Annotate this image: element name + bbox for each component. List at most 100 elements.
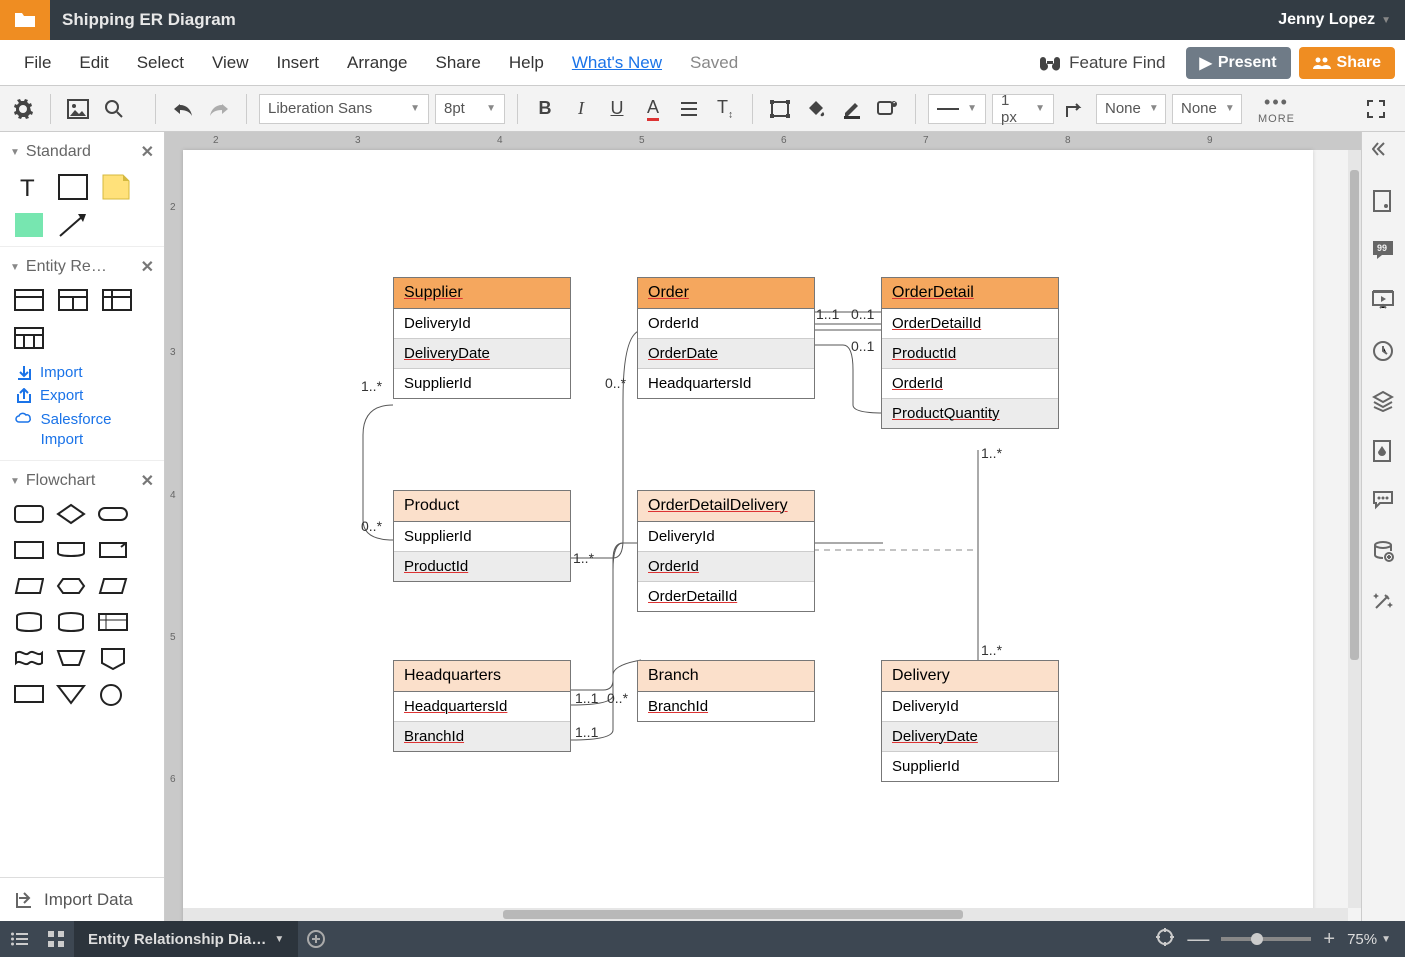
layers-icon[interactable] bbox=[1372, 390, 1396, 414]
entity-supplier[interactable]: Supplier DeliveryId DeliveryDate Supplie… bbox=[393, 277, 571, 399]
salesforce-import-link[interactable]: Salesforce Import bbox=[0, 407, 164, 452]
page-settings-icon[interactable] bbox=[1372, 190, 1396, 214]
close-icon[interactable]: ✕ bbox=[141, 257, 154, 277]
zoom-out-icon[interactable]: — bbox=[1187, 926, 1209, 952]
data-icon[interactable] bbox=[1372, 540, 1396, 564]
menu-file[interactable]: File bbox=[10, 53, 65, 73]
fc-rect[interactable] bbox=[14, 503, 44, 527]
fc-merge[interactable] bbox=[56, 683, 86, 707]
shape-entity3[interactable] bbox=[102, 289, 132, 313]
chat-icon[interactable] bbox=[1372, 490, 1396, 514]
fill-icon[interactable] bbox=[801, 94, 831, 124]
fc-hex[interactable] bbox=[56, 575, 86, 599]
fc-cylinder2[interactable] bbox=[56, 611, 86, 635]
fc-display[interactable] bbox=[56, 539, 86, 563]
line-style-dropdown[interactable]: ▼ bbox=[928, 94, 986, 124]
comments-icon[interactable]: 99 bbox=[1372, 240, 1396, 264]
section-standard[interactable]: ▼Standard✕ bbox=[0, 132, 164, 170]
shape-options-icon[interactable] bbox=[873, 94, 903, 124]
presentation-icon[interactable] bbox=[1372, 290, 1396, 314]
shape-text[interactable]: T bbox=[14, 174, 44, 198]
line-color-icon[interactable] bbox=[837, 94, 867, 124]
present-button[interactable]: ▶Present bbox=[1186, 47, 1291, 79]
menu-select[interactable]: Select bbox=[123, 53, 198, 73]
image-icon[interactable] bbox=[63, 94, 93, 124]
redo-icon[interactable] bbox=[204, 94, 234, 124]
target-icon[interactable] bbox=[1155, 927, 1175, 951]
close-icon[interactable]: ✕ bbox=[141, 471, 154, 491]
menu-edit[interactable]: Edit bbox=[65, 53, 122, 73]
fc-internal[interactable] bbox=[98, 611, 128, 635]
zoom-slider[interactable] bbox=[1221, 937, 1311, 941]
menu-arrange[interactable]: Arrange bbox=[333, 53, 421, 73]
shape-note[interactable] bbox=[102, 174, 132, 198]
undo-icon[interactable] bbox=[168, 94, 198, 124]
page-tab[interactable]: Entity Relationship Dia…▼ bbox=[74, 921, 298, 957]
shape-rectangle[interactable] bbox=[58, 174, 88, 198]
add-page-icon[interactable] bbox=[298, 921, 334, 957]
entity-product[interactable]: Product SupplierId ProductId bbox=[393, 490, 571, 582]
document-title[interactable]: Shipping ER Diagram bbox=[62, 10, 236, 30]
fc-tape[interactable] bbox=[14, 647, 44, 671]
shape-entity1[interactable] bbox=[14, 289, 44, 313]
shape-arrow[interactable] bbox=[58, 212, 88, 236]
grid-view-icon[interactable] bbox=[38, 921, 74, 957]
text-color-icon[interactable]: A bbox=[638, 94, 668, 124]
magic-icon[interactable] bbox=[1372, 590, 1396, 614]
settings-icon[interactable] bbox=[8, 94, 38, 124]
fc-circle[interactable] bbox=[98, 683, 128, 707]
list-view-icon[interactable] bbox=[2, 921, 38, 957]
fc-cylinder[interactable] bbox=[14, 611, 44, 635]
import-link[interactable]: Import bbox=[0, 361, 164, 384]
entity-orderdetaildelivery[interactable]: OrderDetailDelivery DeliveryId OrderId O… bbox=[637, 490, 815, 612]
more-button[interactable]: ••• MORE bbox=[1258, 92, 1295, 125]
fc-terminator[interactable] bbox=[98, 503, 128, 527]
fullscreen-icon[interactable] bbox=[1361, 94, 1391, 124]
menu-whatsnew[interactable]: What's New bbox=[558, 53, 676, 73]
collapse-icon[interactable] bbox=[1372, 140, 1396, 164]
fc-parallel[interactable] bbox=[98, 575, 128, 599]
close-icon[interactable]: ✕ bbox=[141, 142, 154, 162]
menu-insert[interactable]: Insert bbox=[263, 53, 334, 73]
section-flowchart[interactable]: ▼Flowchart✕ bbox=[0, 460, 164, 499]
entity-branch[interactable]: Branch BranchId bbox=[637, 660, 815, 722]
text-format-icon[interactable]: T↕ bbox=[710, 94, 740, 124]
font-size-dropdown[interactable]: 8pt▼ bbox=[435, 94, 505, 124]
entity-delivery[interactable]: Delivery DeliveryId DeliveryDate Supplie… bbox=[881, 660, 1059, 782]
arrow-start-dropdown[interactable]: None▼ bbox=[1096, 94, 1166, 124]
menu-help[interactable]: Help bbox=[495, 53, 558, 73]
search-icon[interactable] bbox=[99, 94, 129, 124]
italic-icon[interactable]: I bbox=[566, 94, 596, 124]
share-button[interactable]: Share bbox=[1299, 47, 1395, 79]
fc-rect2[interactable] bbox=[14, 683, 44, 707]
scrollbar-horizontal[interactable] bbox=[183, 908, 1348, 921]
folder-icon[interactable] bbox=[0, 0, 50, 40]
history-icon[interactable] bbox=[1372, 340, 1396, 364]
feature-find[interactable]: Feature Find bbox=[1039, 53, 1165, 73]
canvas[interactable]: 2 3 4 5 6 2 3 4 5 6 7 8 9 bbox=[165, 132, 1361, 921]
entity-orderdetail[interactable]: OrderDetail OrderDetailId ProductId Orde… bbox=[881, 277, 1059, 429]
zoom-level[interactable]: 75%▼ bbox=[1347, 931, 1391, 948]
import-data-button[interactable]: Import Data bbox=[0, 877, 164, 921]
menu-share[interactable]: Share bbox=[422, 53, 495, 73]
fc-trap[interactable] bbox=[56, 647, 86, 671]
fc-card[interactable] bbox=[98, 539, 128, 563]
shape-frame-icon[interactable] bbox=[765, 94, 795, 124]
section-entity[interactable]: ▼Entity Re…✕ bbox=[0, 246, 164, 285]
user-menu[interactable]: Jenny Lopez▼ bbox=[1278, 11, 1391, 29]
export-link[interactable]: Export bbox=[0, 384, 164, 407]
entity-order[interactable]: Order OrderId OrderDate HeadquartersId bbox=[637, 277, 815, 399]
line-width-dropdown[interactable]: 1 px▼ bbox=[992, 94, 1054, 124]
shape-entity4[interactable] bbox=[14, 327, 44, 351]
bold-icon[interactable]: B bbox=[530, 94, 560, 124]
fc-offpage[interactable] bbox=[98, 647, 128, 671]
page[interactable]: Supplier DeliveryId DeliveryDate Supplie… bbox=[183, 150, 1313, 921]
align-icon[interactable] bbox=[674, 94, 704, 124]
theme-icon[interactable] bbox=[1372, 440, 1396, 464]
shape-fill-rect[interactable] bbox=[14, 212, 44, 236]
fc-manual[interactable] bbox=[14, 575, 44, 599]
shape-entity2[interactable] bbox=[58, 289, 88, 313]
fc-diamond[interactable] bbox=[56, 503, 86, 527]
font-family-dropdown[interactable]: Liberation Sans▼ bbox=[259, 94, 429, 124]
scrollbar-vertical[interactable] bbox=[1348, 150, 1361, 908]
